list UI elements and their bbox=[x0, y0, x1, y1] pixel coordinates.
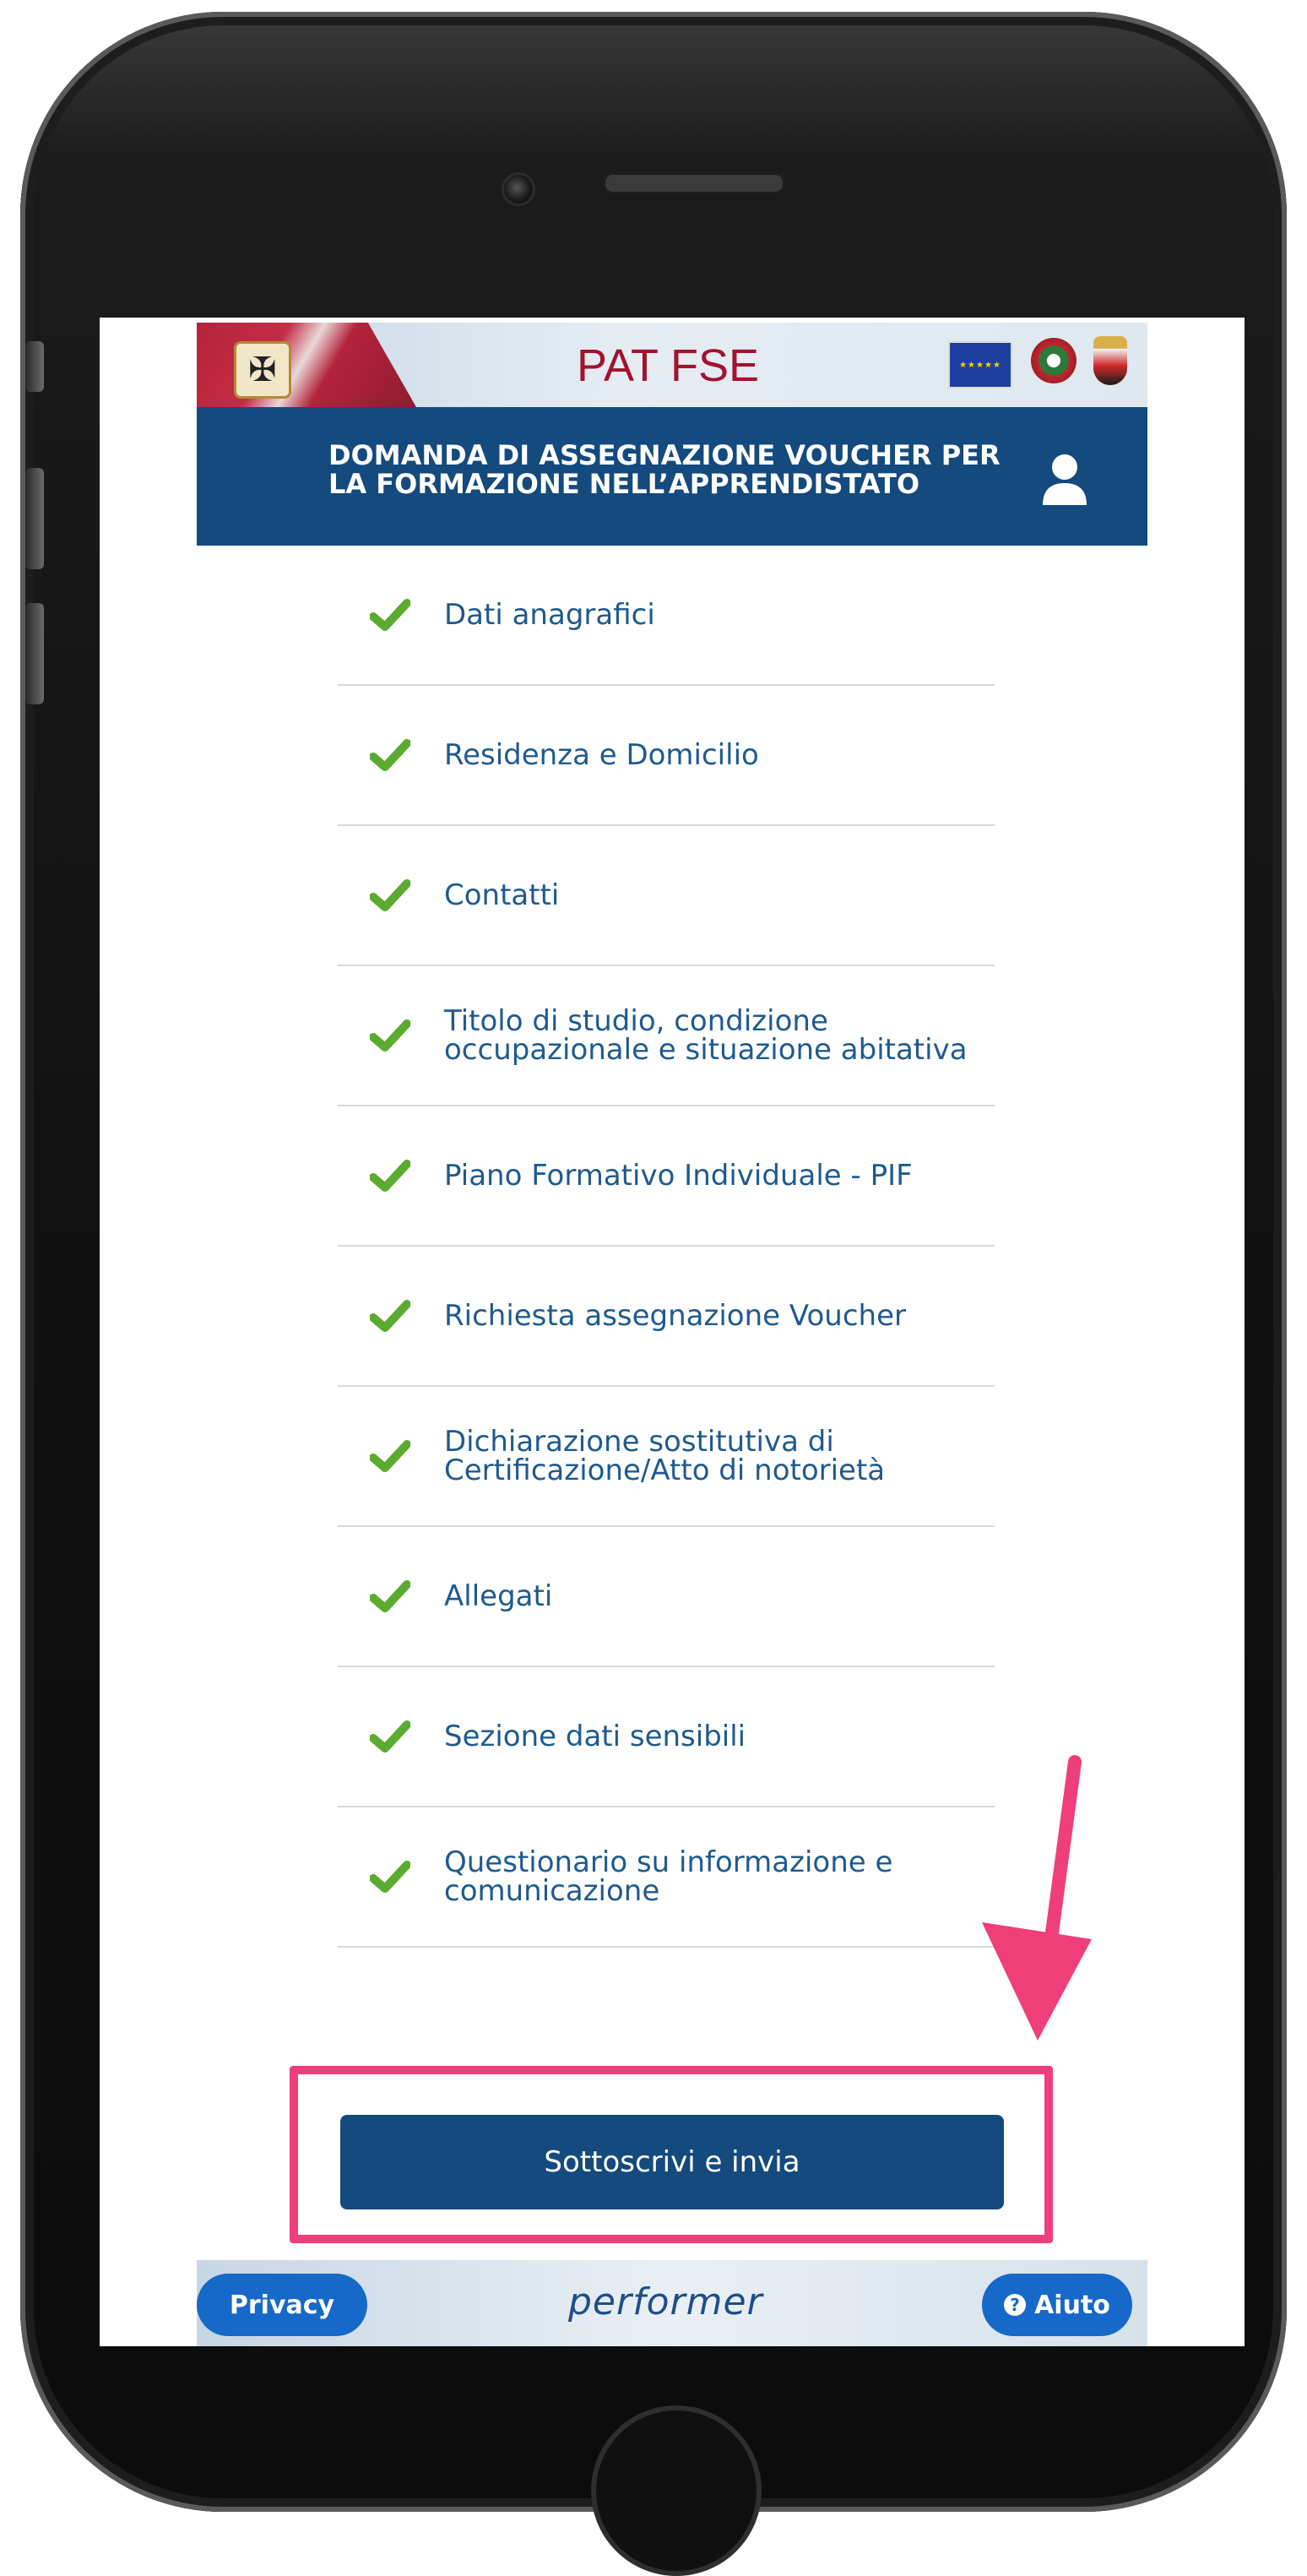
check-icon bbox=[370, 1861, 410, 1893]
check-icon bbox=[370, 599, 410, 631]
help-label: Aiuto bbox=[1034, 2290, 1110, 2320]
user-icon[interactable] bbox=[1041, 453, 1088, 507]
submit-button[interactable]: Sottoscrivi e invia bbox=[340, 2115, 1004, 2209]
check-icon bbox=[370, 1300, 410, 1332]
step-label: Contatti bbox=[444, 878, 560, 912]
step-label: Richiesta assegnazione Voucher bbox=[444, 1299, 906, 1333]
step-label: Allegati bbox=[444, 1579, 553, 1613]
check-icon bbox=[370, 1440, 410, 1472]
steps-list: Dati anagrafici Residenza e Domicilio Co… bbox=[338, 546, 995, 1948]
footer-bar: Privacy performer ? Aiuto bbox=[197, 2260, 1147, 2346]
help-button[interactable]: ? Aiuto bbox=[982, 2274, 1132, 2336]
step-item-contatti[interactable]: Contatti bbox=[338, 826, 995, 966]
check-icon bbox=[370, 1720, 410, 1753]
brand-bar: ✠ PAT FSE ★★★★★ bbox=[197, 323, 1147, 407]
front-camera bbox=[502, 172, 535, 206]
annotation-arrow-icon bbox=[982, 1755, 1092, 2041]
step-item-dati-sensibili[interactable]: Sezione dati sensibili bbox=[338, 1667, 995, 1807]
check-icon bbox=[370, 879, 410, 911]
trentino-flag bbox=[197, 323, 416, 407]
step-label: Piano Formativo Individuale - PIF bbox=[444, 1159, 913, 1193]
check-icon bbox=[370, 1580, 410, 1612]
volume-up-button bbox=[25, 468, 44, 569]
italian-republic-emblem-icon bbox=[1031, 338, 1077, 383]
mute-switch bbox=[25, 341, 44, 392]
eagle-emblem-icon: ✠ bbox=[234, 341, 291, 399]
step-item-residenza[interactable]: Residenza e Domicilio bbox=[338, 686, 995, 826]
step-item-titolo-studio[interactable]: Titolo di studio, condizione occupaziona… bbox=[338, 966, 995, 1106]
step-item-allegati[interactable]: Allegati bbox=[338, 1527, 995, 1667]
step-item-dichiarazione[interactable]: Dichiarazione sostitutiva di Certificazi… bbox=[338, 1387, 995, 1527]
step-label: Titolo di studio, condizione occupaziona… bbox=[444, 1004, 968, 1067]
brand-title: PAT FSE bbox=[577, 340, 760, 391]
earpiece-speaker bbox=[603, 172, 785, 194]
phone-screen: ✠ PAT FSE ★★★★★ DOMANDA DI ASSEGNAZIONE … bbox=[100, 318, 1245, 2346]
step-label: Residenza e Domicilio bbox=[444, 738, 759, 772]
eu-flag-icon: ★★★★★ bbox=[948, 341, 1012, 389]
step-item-questionario[interactable]: Questionario su informazione e comunicaz… bbox=[338, 1807, 995, 1948]
check-icon bbox=[370, 1019, 410, 1052]
step-label: Dati anagrafici bbox=[444, 598, 655, 632]
privacy-button[interactable]: Privacy bbox=[197, 2274, 367, 2336]
check-icon bbox=[370, 1160, 410, 1192]
page-header: DOMANDA DI ASSEGNAZIONE VOUCHER PER LA F… bbox=[197, 407, 1147, 546]
check-icon bbox=[370, 739, 410, 771]
volume-down-button bbox=[25, 603, 44, 704]
step-item-piano-formativo[interactable]: Piano Formativo Individuale - PIF bbox=[338, 1106, 995, 1247]
performer-logo: performer bbox=[568, 2280, 763, 2323]
step-item-richiesta-voucher[interactable]: Richiesta assegnazione Voucher bbox=[338, 1247, 995, 1387]
app-page: ✠ PAT FSE ★★★★★ DOMANDA DI ASSEGNAZIONE … bbox=[197, 318, 1147, 2346]
step-label: Dichiarazione sostitutiva di Certificazi… bbox=[444, 1425, 886, 1487]
home-button[interactable] bbox=[591, 2405, 762, 2576]
step-item-dati-anagrafici[interactable]: Dati anagrafici bbox=[338, 546, 995, 686]
step-label: Sezione dati sensibili bbox=[444, 1720, 746, 1753]
question-circle-icon: ? bbox=[1004, 2294, 1027, 2316]
step-label: Questionario su informazione e comunicaz… bbox=[444, 1845, 893, 1908]
page-title: DOMANDA DI ASSEGNAZIONE VOUCHER PER LA F… bbox=[328, 439, 1001, 500]
trentino-coat-of-arms-icon bbox=[1093, 336, 1127, 385]
